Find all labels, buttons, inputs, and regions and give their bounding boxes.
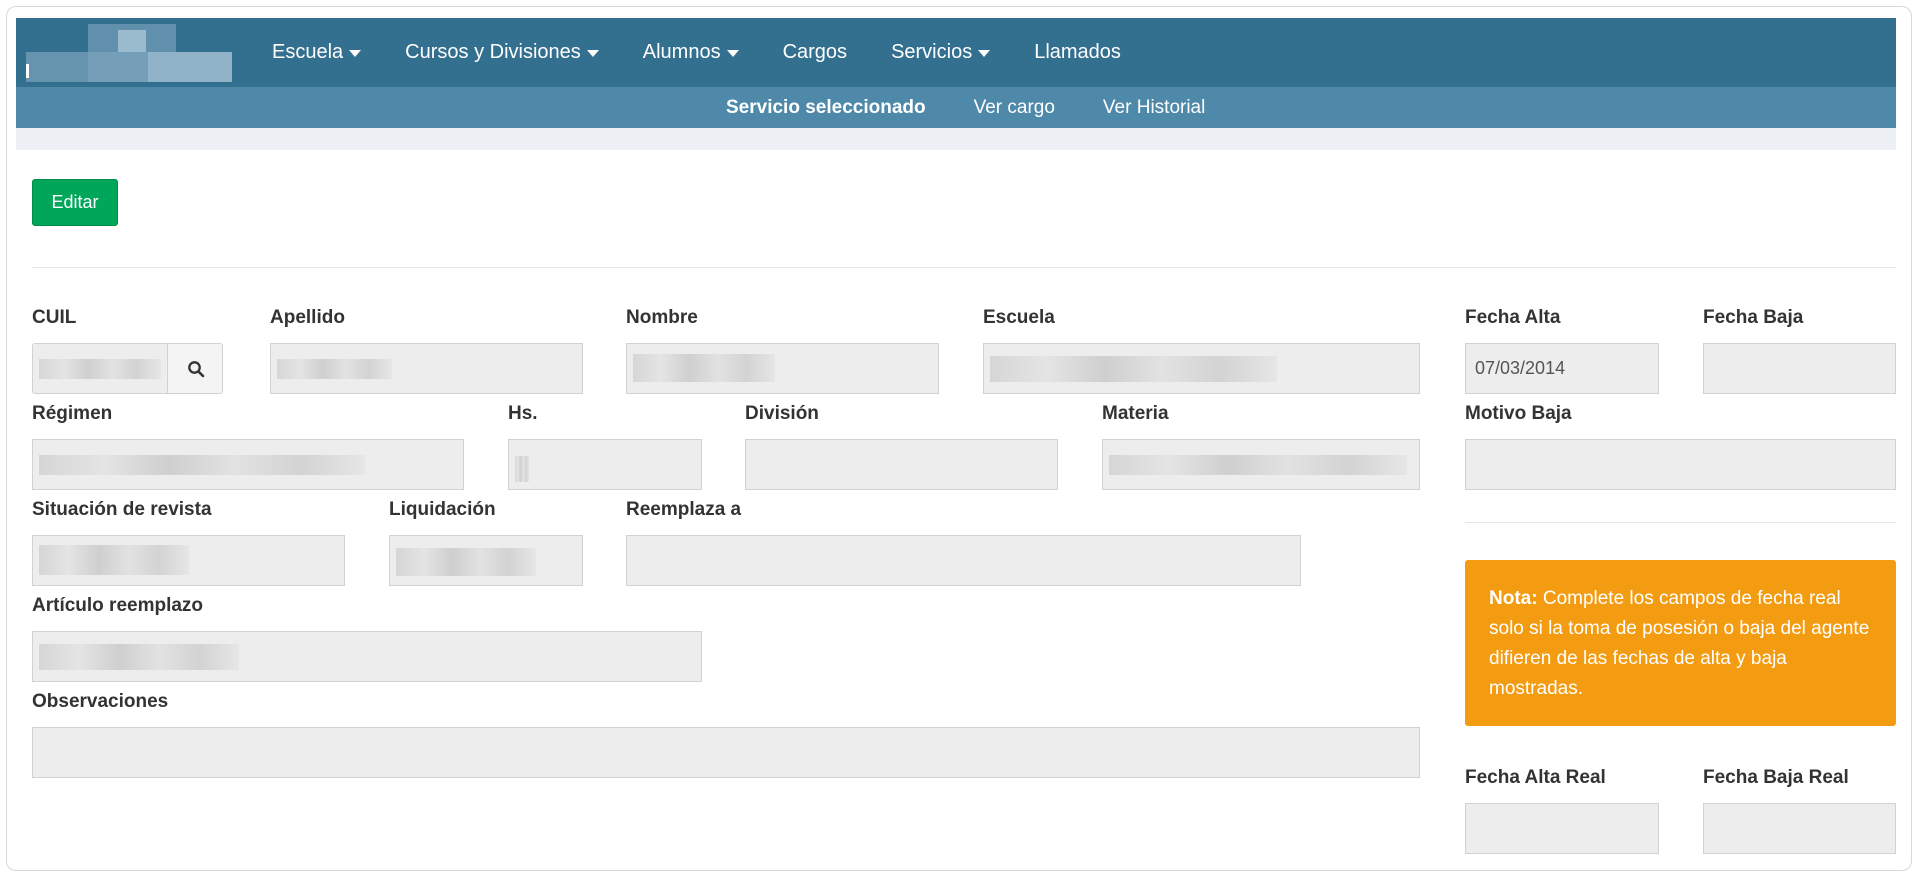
- reemplaza-a-field[interactable]: [626, 535, 1301, 586]
- apellido-label: Apellido: [270, 307, 345, 328]
- hs-label: Hs.: [508, 403, 538, 424]
- nav-servicios[interactable]: Servicios: [891, 41, 991, 64]
- note-text: Complete los campos de fecha real solo s…: [1489, 588, 1870, 699]
- cuil-field[interactable]: [33, 344, 167, 393]
- materia-label: Materia: [1102, 403, 1169, 424]
- motivo-baja-field[interactable]: [1465, 439, 1896, 490]
- content-header-band: [16, 128, 1896, 150]
- nav-llamados[interactable]: Llamados: [1034, 41, 1121, 64]
- situacion-revista-field[interactable]: [32, 535, 345, 586]
- fecha-alta-real-label: Fecha Alta Real: [1465, 767, 1606, 788]
- fecha-baja-real-label: Fecha Baja Real: [1703, 767, 1849, 788]
- nav-cargos[interactable]: Cargos: [783, 41, 847, 64]
- tab-servicio-seleccionado[interactable]: Servicio seleccionado: [726, 97, 926, 119]
- nav-alumnos-label: Alumnos: [642, 41, 721, 63]
- regimen-field[interactable]: [32, 439, 464, 490]
- tab-ver-historial[interactable]: Ver Historial: [1103, 97, 1205, 119]
- nav-cursos-divisiones[interactable]: Cursos y Divisiones: [405, 41, 599, 64]
- articulo-reemplazo-field[interactable]: [32, 631, 702, 682]
- escuela-field[interactable]: [983, 343, 1420, 394]
- main-menu: Escuela Cursos y Divisiones Alumnos Carg…: [272, 18, 1165, 87]
- observaciones-label: Observaciones: [32, 691, 169, 712]
- divider: [1465, 522, 1896, 523]
- nombre-field[interactable]: [626, 343, 939, 394]
- logo[interactable]: [26, 24, 232, 82]
- nav-escuela[interactable]: Escuela: [272, 41, 362, 64]
- nombre-label: Nombre: [626, 307, 698, 328]
- tab-ver-cargo[interactable]: Ver cargo: [974, 97, 1055, 119]
- fecha-baja-field[interactable]: [1703, 343, 1896, 394]
- cuil-input-group: [32, 343, 223, 394]
- edit-button[interactable]: Editar: [32, 179, 118, 226]
- nav-escuela-label: Escuela: [272, 41, 344, 63]
- divider: [32, 267, 1896, 268]
- fecha-alta-value: 07/03/2014: [1475, 358, 1566, 378]
- nav-llamados-label: Llamados: [1034, 41, 1121, 63]
- sub-navbar: Servicio seleccionado Ver cargo Ver Hist…: [16, 87, 1896, 128]
- liquidacion-field[interactable]: [389, 535, 583, 586]
- observaciones-field[interactable]: [32, 727, 1420, 778]
- fecha-baja-real-field[interactable]: [1703, 803, 1896, 854]
- nav-servicios-label: Servicios: [891, 41, 973, 63]
- cuil-label: CUIL: [32, 307, 77, 328]
- liquidacion-label: Liquidación: [389, 499, 496, 520]
- apellido-field[interactable]: [270, 343, 583, 394]
- caret-down-icon: [978, 50, 991, 57]
- division-label: División: [745, 403, 819, 424]
- note-callout: Nota: Complete los campos de fecha real …: [1465, 560, 1896, 726]
- caret-down-icon: [726, 50, 739, 57]
- reemplaza-a-label: Reemplaza a: [626, 499, 742, 520]
- caret-down-icon: [349, 50, 362, 57]
- hs-field[interactable]: [508, 439, 702, 490]
- cuil-search-button[interactable]: [167, 344, 222, 393]
- top-navbar: Escuela Cursos y Divisiones Alumnos Carg…: [16, 18, 1896, 87]
- fecha-baja-label: Fecha Baja: [1703, 307, 1804, 328]
- app-window: Escuela Cursos y Divisiones Alumnos Carg…: [6, 6, 1912, 871]
- regimen-label: Régimen: [32, 403, 113, 424]
- nav-cargos-label: Cargos: [782, 41, 848, 63]
- nav-cursos-label: Cursos y Divisiones: [405, 41, 581, 63]
- search-icon: [187, 360, 204, 377]
- nav-alumnos[interactable]: Alumnos: [643, 41, 739, 64]
- escuela-label: Escuela: [983, 307, 1055, 328]
- caret-down-icon: [586, 50, 599, 57]
- fecha-alta-real-field[interactable]: [1465, 803, 1659, 854]
- materia-field[interactable]: [1102, 439, 1420, 490]
- articulo-reemplazo-label: Artículo reemplazo: [32, 595, 204, 616]
- fecha-alta-label: Fecha Alta: [1465, 307, 1561, 328]
- motivo-baja-label: Motivo Baja: [1465, 403, 1572, 424]
- situacion-revista-label: Situación de revista: [32, 499, 212, 520]
- division-field[interactable]: [745, 439, 1058, 490]
- note-prefix: Nota:: [1489, 588, 1538, 609]
- fecha-alta-field[interactable]: 07/03/2014: [1465, 343, 1659, 394]
